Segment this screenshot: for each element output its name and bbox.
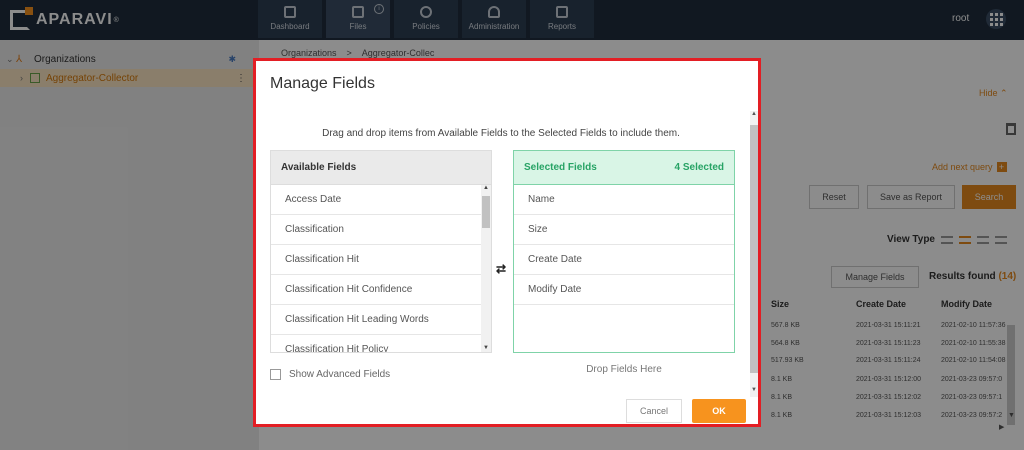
list-item[interactable]: Create Date (514, 245, 734, 275)
available-fields-scrollbar[interactable]: ▲ ▼ (481, 185, 491, 352)
scroll-down-arrow-icon[interactable]: ▼ (750, 387, 758, 393)
dialog-scrollbar[interactable]: ▲ ▼ (750, 111, 758, 397)
selected-fields-title: Selected Fields (524, 162, 597, 173)
scroll-up-arrow-icon[interactable]: ▲ (750, 111, 758, 117)
selected-count-badge: 4 Selected (674, 162, 724, 173)
selected-fields-list[interactable]: Selected Fields 4 Selected Name Size Cre… (513, 150, 735, 353)
scroll-down-arrow-icon[interactable]: ▼ (481, 345, 491, 351)
available-fields-scroll-thumb[interactable] (482, 196, 490, 228)
show-advanced-fields-toggle[interactable]: Show Advanced Fields (270, 369, 390, 380)
show-advanced-label[interactable]: Show Advanced Fields (289, 369, 390, 380)
available-fields-title: Available Fields (281, 162, 357, 173)
dialog-scroll-thumb[interactable] (750, 125, 758, 373)
dialog-title: Manage Fields (270, 75, 375, 92)
list-item[interactable]: Classification Hit Leading Words (271, 305, 491, 335)
list-item[interactable]: Size (514, 215, 734, 245)
list-item[interactable]: Name (514, 185, 734, 215)
selected-fields-header: Selected Fields 4 Selected (514, 151, 734, 185)
instruction-text: Drag and drop items from Available Field… (322, 128, 680, 139)
available-fields-list: Available Fields Access Date Classificat… (270, 150, 492, 353)
list-item[interactable]: Classification Hit (271, 245, 491, 275)
list-item[interactable]: Modify Date (514, 275, 734, 305)
list-item[interactable]: Classification Hit Policy (271, 335, 491, 352)
manage-fields-dialog: Manage Fields ▲ ▼ Drag and drop items fr… (253, 58, 761, 427)
list-item[interactable]: Classification (271, 215, 491, 245)
drop-fields-hint: Drop Fields Here (586, 364, 662, 375)
ok-button[interactable]: OK (692, 399, 746, 423)
list-item[interactable]: Access Date (271, 185, 491, 215)
cancel-button[interactable]: Cancel (626, 399, 682, 423)
available-fields-header: Available Fields (271, 151, 491, 185)
swap-arrows-icon: ⇄ (496, 262, 507, 276)
list-item[interactable]: Classification Hit Confidence (271, 275, 491, 305)
show-advanced-checkbox[interactable] (270, 369, 281, 380)
scroll-up-arrow-icon[interactable]: ▲ (481, 185, 491, 191)
